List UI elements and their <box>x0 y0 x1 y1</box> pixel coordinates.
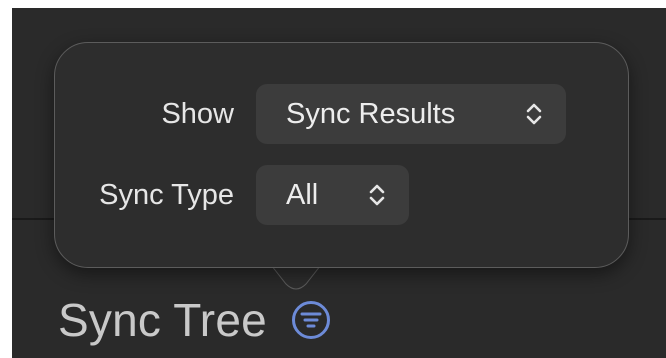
show-label: Show <box>161 97 234 130</box>
chevron-up-down-icon <box>367 182 387 208</box>
sync-type-select-value: All <box>286 178 319 211</box>
sync-type-label: Sync Type <box>99 178 234 211</box>
show-select[interactable]: Sync Results <box>256 84 566 144</box>
sync-type-select[interactable]: All <box>256 165 409 225</box>
app-window: Sync Tree Show Sync Results Sync Type Al… <box>12 8 666 358</box>
filter-circle-icon <box>291 301 330 339</box>
show-select-value: Sync Results <box>286 97 456 130</box>
sync-type-row: Sync Type All <box>55 165 409 225</box>
page-title: Sync Tree <box>58 294 267 346</box>
filter-button[interactable] <box>291 300 331 340</box>
chevron-up-down-icon <box>524 101 544 127</box>
filter-popover: Show Sync Results Sync Type All <box>54 42 629 268</box>
show-row: Show Sync Results <box>55 84 566 144</box>
page-header: Sync Tree <box>58 288 331 352</box>
